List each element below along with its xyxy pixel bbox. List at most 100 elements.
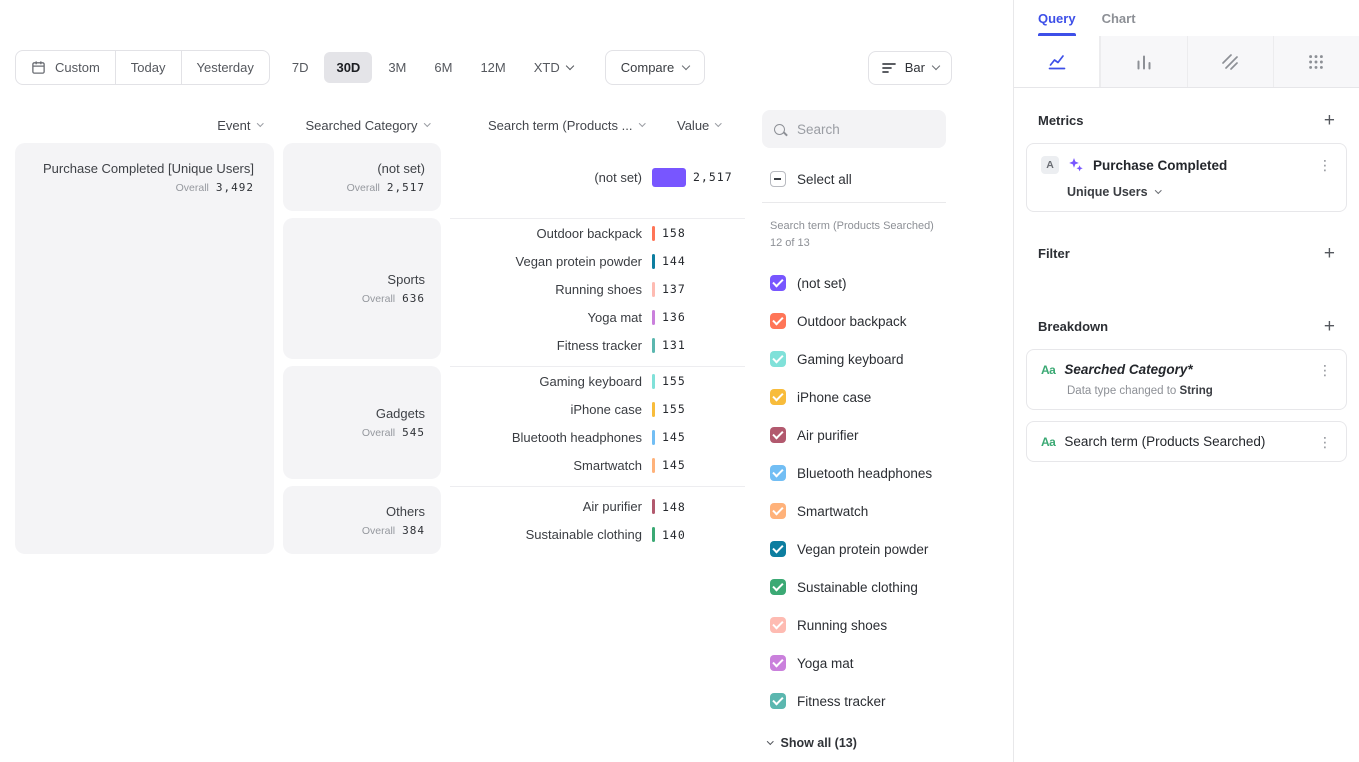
tab-funnels[interactable] [1100,36,1186,87]
category-cell[interactable]: Gadgets Overall 545 [283,366,441,479]
metric-card[interactable]: A Purchase Completed ⋮ Unique Users [1026,143,1347,212]
checkbox-checked-icon[interactable] [770,351,786,367]
filter-item[interactable]: Air purifier [762,416,946,454]
term-bar[interactable] [652,168,686,187]
range-6m-button[interactable]: 6M [422,52,464,83]
checkbox-checked-icon[interactable] [770,313,786,329]
range-xtd-button[interactable]: XTD [522,52,585,83]
show-all-button[interactable]: Show all (13) [762,736,946,750]
search-input[interactable] [795,121,915,138]
add-metric-button[interactable]: + [1324,111,1335,130]
kebab-menu-icon[interactable]: ⋮ [1318,158,1332,172]
term-bar[interactable] [652,338,655,353]
category-cell[interactable]: Sports Overall 636 [283,218,441,359]
chevron-down-icon [682,62,690,70]
filter-item[interactable]: Vegan protein powder [762,530,946,568]
filter-item[interactable]: Gaming keyboard [762,340,946,378]
filter-item[interactable]: iPhone case [762,378,946,416]
yesterday-button[interactable]: Yesterday [182,51,269,84]
term-bar[interactable] [652,402,655,417]
checkbox-checked-icon[interactable] [770,275,786,291]
filter-item[interactable]: Yoga mat [762,644,946,682]
checkbox-checked-icon[interactable] [770,503,786,519]
term-bar[interactable] [652,430,655,445]
term-row[interactable]: Gaming keyboard 155 [450,367,745,395]
term-bar[interactable] [652,374,655,389]
term-row[interactable]: iPhone case 155 [450,395,745,423]
term-bar[interactable] [652,282,655,297]
term-row[interactable]: Outdoor backpack 158 [450,219,745,247]
breakdown-card[interactable]: Aa Search term (Products Searched) ⋮ [1026,421,1347,462]
range-7d-label: 7D [292,60,309,75]
overall-value: 545 [402,426,425,439]
term-bar[interactable] [652,458,655,473]
tab-retention[interactable] [1187,36,1273,87]
term-bar[interactable] [652,527,655,542]
term-row[interactable]: Fitness tracker 131 [450,331,745,359]
column-header-category[interactable]: Searched Category [283,115,441,135]
range-3m-button[interactable]: 3M [376,52,418,83]
filter-item[interactable]: (not set) [762,264,946,302]
category-cell[interactable]: Others Overall 384 [283,486,441,554]
filter-item[interactable]: Sustainable clothing [762,568,946,606]
checkbox-checked-icon[interactable] [770,389,786,405]
term-value: 2,517 [693,170,733,184]
measurement-select[interactable]: Unique Users [1067,185,1332,199]
range-30d-button[interactable]: 30D [324,52,372,83]
kebab-menu-icon[interactable]: ⋮ [1318,435,1332,449]
tab-more[interactable] [1273,36,1359,87]
search-box[interactable] [762,110,946,148]
term-bar[interactable] [652,226,655,241]
tab-query-label: Query [1038,11,1076,26]
category-group: Sports Overall 636 Outdoor backpack 158 … [283,218,745,359]
term-row[interactable]: Sustainable clothing 140 [450,521,745,549]
checkbox-checked-icon[interactable] [770,579,786,595]
tab-chart[interactable]: Chart [1102,0,1136,36]
column-header-value[interactable]: Value [661,115,721,135]
term-bar[interactable] [652,310,655,325]
category-group: Others Overall 384 Air purifier 148 Sust… [283,486,745,554]
term-value: 158 [662,226,686,240]
breakdown-card[interactable]: Aa Searched Category* ⋮ Data type change… [1026,349,1347,410]
tab-query[interactable]: Query [1038,0,1076,36]
range-12m-button[interactable]: 12M [468,52,517,83]
compare-button[interactable]: Compare [605,50,705,85]
range-12m-label: 12M [480,60,505,75]
range-7d-button[interactable]: 7D [280,52,321,83]
checkbox-checked-icon[interactable] [770,617,786,633]
add-breakdown-button[interactable]: + [1324,317,1335,336]
column-header-term[interactable]: Search term (Products ... [450,115,652,135]
event-cell[interactable]: Purchase Completed [Unique Users] Overal… [15,143,274,554]
note-value: String [1180,385,1213,397]
select-all-row[interactable]: Select all [762,171,946,187]
filter-item[interactable]: Running shoes [762,606,946,644]
term-row[interactable]: Bluetooth headphones 145 [450,423,745,451]
term-row[interactable]: Yoga mat 136 [450,303,745,331]
filter-item[interactable]: Outdoor backpack [762,302,946,340]
term-bar[interactable] [652,499,655,514]
term-row[interactable]: (not set) 2,517 [450,163,745,191]
term-bar[interactable] [652,254,655,269]
checkbox-checked-icon[interactable] [770,427,786,443]
checkbox-checked-icon[interactable] [770,693,786,709]
checkbox-checked-icon[interactable] [770,465,786,481]
category-name: Sports [299,272,425,287]
add-filter-button[interactable]: + [1324,244,1335,263]
custom-date-button[interactable]: Custom [16,51,115,84]
filter-item[interactable]: Smartwatch [762,492,946,530]
column-header-event[interactable]: Event [15,115,274,135]
filter-item[interactable]: Fitness tracker [762,682,946,720]
term-row[interactable]: Smartwatch 145 [450,451,745,479]
term-row[interactable]: Vegan protein powder 144 [450,247,745,275]
category-cell[interactable]: (not set) Overall 2,517 [283,143,441,211]
checkbox-checked-icon[interactable] [770,541,786,557]
chart-type-select[interactable]: Bar [868,51,952,85]
checkbox-indeterminate-icon[interactable] [770,171,786,187]
checkbox-checked-icon[interactable] [770,655,786,671]
filter-item[interactable]: Bluetooth headphones [762,454,946,492]
kebab-menu-icon[interactable]: ⋮ [1318,363,1332,377]
term-row[interactable]: Running shoes 137 [450,275,745,303]
tab-insights[interactable] [1014,36,1100,87]
term-row[interactable]: Air purifier 148 [450,493,745,521]
today-button[interactable]: Today [116,51,181,84]
